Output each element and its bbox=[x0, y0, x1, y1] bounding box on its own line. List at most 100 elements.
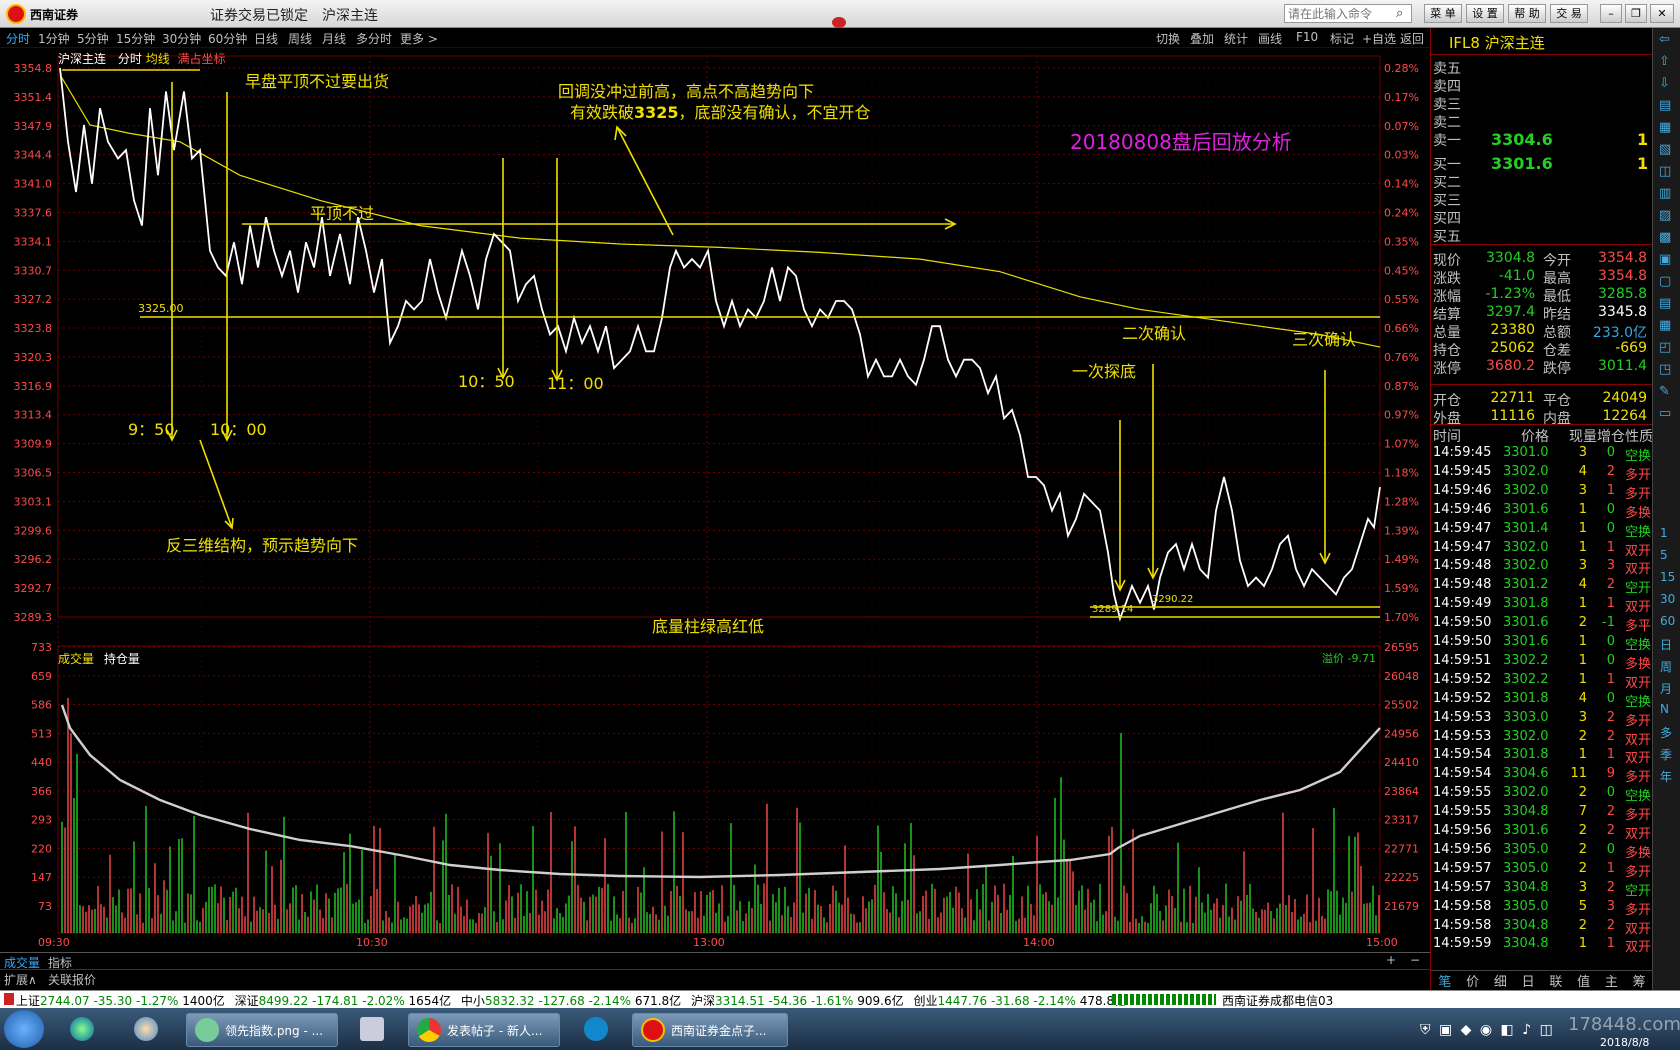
toolbar-tool-icon[interactable]: ⇧ bbox=[1659, 54, 1670, 69]
pinned-app-icon[interactable] bbox=[134, 1017, 158, 1041]
tray-icons[interactable]: ⛨ ▣ ◆ ◉ ◧ ♪ ◫ bbox=[1420, 1022, 1555, 1038]
tab-price[interactable]: 价 bbox=[1466, 971, 1479, 990]
tab-main[interactable]: 主 bbox=[1605, 971, 1618, 990]
tab-monthly[interactable]: 月线 bbox=[322, 30, 346, 47]
task-trading-app[interactable]: 西南证券金点子... bbox=[632, 1013, 788, 1047]
command-input[interactable] bbox=[1284, 4, 1412, 23]
toolbar-tool-icon[interactable]: ▭ bbox=[1659, 406, 1671, 421]
tab-1min[interactable]: 1分钟 bbox=[38, 30, 70, 47]
toolbar-tool-icon[interactable]: ◫ bbox=[1659, 164, 1671, 179]
chart-panel[interactable]: 3354.8 3351.4 3347.9 3344.4 3341.0 3337.6 3334… bbox=[0, 48, 1430, 987]
zoom-out-icon[interactable]: − bbox=[1410, 953, 1420, 967]
related-quote-tab[interactable]: 关联报价 bbox=[48, 971, 96, 988]
tick-price: 3305.0 bbox=[1503, 898, 1549, 914]
zoom-in-icon[interactable]: + bbox=[1386, 953, 1396, 967]
bid-row: 买二 bbox=[1431, 172, 1653, 191]
toolbar-tool-icon[interactable]: ▣ bbox=[1659, 252, 1671, 267]
minimize-icon[interactable]: – bbox=[1600, 4, 1622, 23]
tick-time: 14:59:45 bbox=[1433, 463, 1492, 479]
search-icon[interactable]: ⌕ bbox=[1396, 6, 1403, 21]
restore-icon[interactable]: ❐ bbox=[1625, 4, 1647, 23]
period-shortcut[interactable]: N bbox=[1660, 702, 1669, 716]
toolbar-tool-icon[interactable]: ▦ bbox=[1659, 318, 1671, 333]
dropdown-handle-icon[interactable] bbox=[832, 17, 846, 28]
tab-multi[interactable]: 多分时 bbox=[356, 30, 392, 47]
toolbar-tool-icon[interactable]: ▢ bbox=[1659, 274, 1671, 289]
period-shortcut[interactable]: 5 bbox=[1660, 548, 1668, 562]
tab-chips[interactable]: 筹 bbox=[1633, 971, 1646, 990]
toolbar-tool-icon[interactable]: ▤ bbox=[1659, 296, 1671, 311]
period-shortcut[interactable]: 年 bbox=[1660, 768, 1672, 785]
task-image-viewer[interactable]: 领先指数.png - ... bbox=[186, 1013, 338, 1047]
pct-tick: 0.24% bbox=[1384, 206, 1419, 219]
tab-60min[interactable]: 60分钟 bbox=[208, 30, 247, 47]
period-shortcut[interactable]: 多 bbox=[1660, 724, 1672, 741]
app-name: 西南证券 bbox=[30, 7, 79, 22]
add-watch-button[interactable]: +自选 bbox=[1362, 30, 1396, 47]
draw-button[interactable]: 画线 bbox=[1258, 30, 1282, 47]
mark-button[interactable]: 标记 bbox=[1330, 30, 1354, 47]
volume-tick: 73 bbox=[38, 900, 52, 913]
pct-tick: 1.70% bbox=[1384, 611, 1419, 624]
expand-button[interactable]: 扩展∧ bbox=[4, 971, 37, 988]
stat-label: 持仓 bbox=[1433, 343, 1461, 359]
tick-volume: 1 bbox=[1578, 520, 1587, 536]
period-shortcut[interactable]: 月 bbox=[1660, 680, 1672, 697]
back-button[interactable]: 返回 bbox=[1400, 30, 1424, 47]
period-shortcut[interactable]: 60 bbox=[1660, 614, 1675, 628]
tab-ticks[interactable]: 笔 bbox=[1438, 971, 1451, 990]
tab-15min[interactable]: 15分钟 bbox=[116, 30, 155, 47]
overlay-button[interactable]: 叠加 bbox=[1190, 30, 1214, 47]
period-shortcut[interactable]: 季 bbox=[1660, 746, 1672, 763]
period-shortcut[interactable]: 15 bbox=[1660, 570, 1675, 584]
pinned-app-icon[interactable] bbox=[70, 1017, 94, 1041]
period-shortcut[interactable]: 周 bbox=[1660, 658, 1672, 675]
tab-value[interactable]: 值 bbox=[1577, 971, 1590, 990]
calculator-icon[interactable] bbox=[360, 1017, 384, 1041]
toolbar-tool-icon[interactable]: ⇦ bbox=[1659, 32, 1670, 47]
settings-button[interactable]: 设 置 bbox=[1466, 4, 1504, 23]
intraday-chart[interactable]: 3354.8 3351.4 3347.9 3344.4 3341.0 3337.6 3334… bbox=[0, 48, 1430, 949]
tab-intraday[interactable]: 分时 bbox=[6, 30, 30, 47]
tab-weekly[interactable]: 周线 bbox=[288, 30, 312, 47]
clock-date[interactable]: 2018/8/8 bbox=[1600, 1036, 1649, 1049]
broker-server[interactable]: 西南证券成都电信03 bbox=[1222, 992, 1333, 1009]
period-shortcut[interactable]: 30 bbox=[1660, 592, 1675, 606]
toolbar-tool-icon[interactable]: ▧ bbox=[1659, 142, 1671, 157]
tab-5min[interactable]: 5分钟 bbox=[77, 30, 109, 47]
note-flat-top: 平顶不过 bbox=[310, 204, 375, 223]
switch-button[interactable]: 切换 bbox=[1156, 30, 1180, 47]
help-button[interactable]: 帮 助 bbox=[1508, 4, 1546, 23]
k-app-icon[interactable] bbox=[584, 1017, 608, 1041]
tab-detail[interactable]: 细 bbox=[1494, 971, 1507, 990]
close-icon[interactable]: ✕ bbox=[1650, 4, 1674, 23]
tick-nature: 多换 bbox=[1625, 845, 1652, 861]
index-ticker[interactable]: 上证2744.07 -35.30 -1.27% 1400亿 深证8499.22 … bbox=[16, 992, 1126, 1009]
tab-day[interactable]: 日 bbox=[1522, 971, 1535, 990]
stat-label: 最高 bbox=[1543, 271, 1571, 287]
toolbar-tool-icon[interactable]: ▦ bbox=[1659, 120, 1671, 135]
tab-more[interactable]: 更多 > bbox=[400, 30, 438, 47]
start-button-icon[interactable] bbox=[4, 1010, 44, 1048]
toolbar-tool-icon[interactable]: ▩ bbox=[1659, 230, 1671, 245]
toolbar-tool-icon[interactable]: ▥ bbox=[1659, 186, 1671, 201]
toolbar-tool-icon[interactable]: ▨ bbox=[1659, 208, 1671, 223]
f10-button[interactable]: F10 bbox=[1296, 30, 1318, 44]
tick-nature: 空换 bbox=[1625, 638, 1652, 653]
toolbar-tool-icon[interactable]: ◰ bbox=[1659, 340, 1671, 355]
toolbar-tool-icon[interactable]: ⇩ bbox=[1659, 76, 1670, 91]
period-shortcut[interactable]: 日 bbox=[1660, 636, 1672, 653]
period-bar: 分时 1分钟 5分钟 15分钟 30分钟 60分钟 日线 周线 月线 多分时 更… bbox=[0, 28, 1430, 48]
tab-daily[interactable]: 日线 bbox=[254, 30, 278, 47]
toolbar-tool-icon[interactable]: ▤ bbox=[1659, 98, 1671, 113]
oi-tick: 21679 bbox=[1384, 900, 1419, 913]
menu-button[interactable]: 菜 单 bbox=[1424, 4, 1462, 23]
toolbar-tool-icon[interactable]: ◳ bbox=[1659, 362, 1671, 377]
tab-linked[interactable]: 联 bbox=[1549, 971, 1562, 990]
toolbar-tool-icon[interactable]: ✎ bbox=[1659, 384, 1670, 399]
stats-button[interactable]: 统计 bbox=[1224, 30, 1248, 47]
trade-button[interactable]: 交 易 bbox=[1550, 4, 1588, 23]
task-browser[interactable]: 发表帖子 - 新人... bbox=[408, 1013, 560, 1047]
tab-30min[interactable]: 30分钟 bbox=[162, 30, 201, 47]
period-shortcut[interactable]: 1 bbox=[1660, 526, 1668, 540]
